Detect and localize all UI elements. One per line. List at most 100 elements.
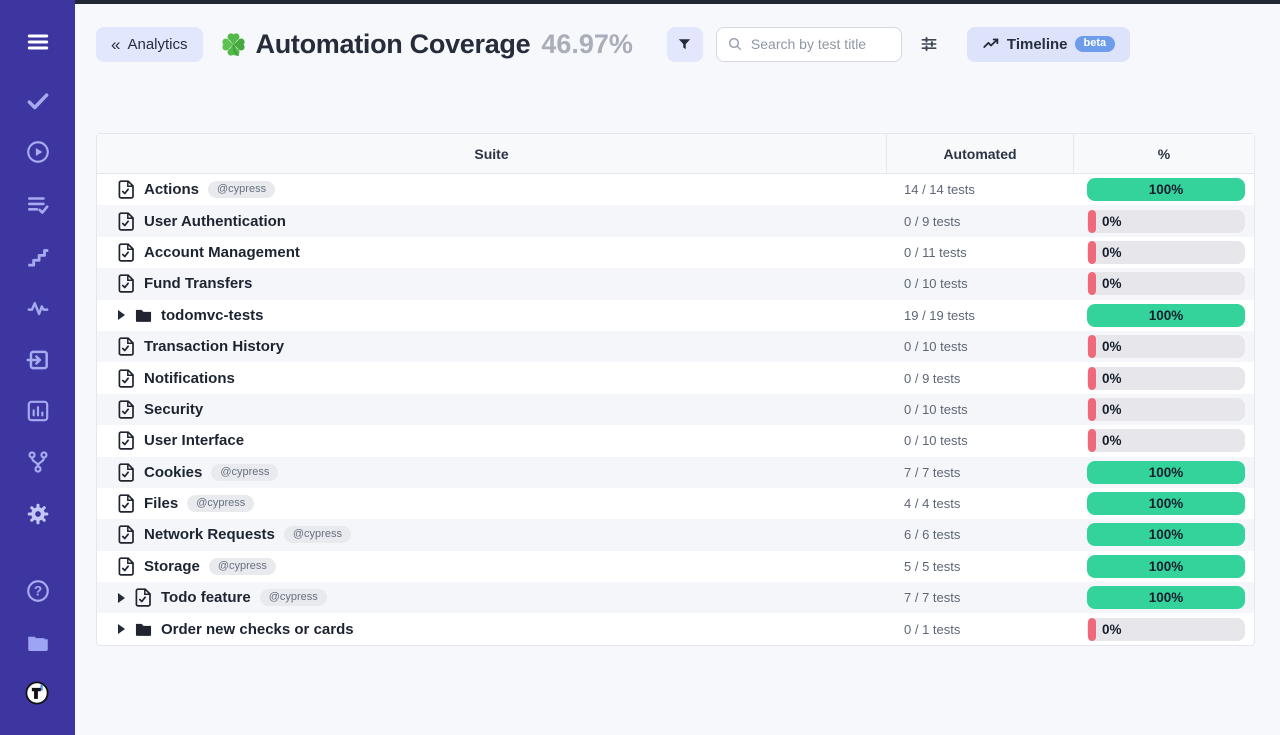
coverage-bar: 0% (1087, 272, 1245, 295)
steps-icon[interactable] (25, 244, 51, 270)
suite-name: Security (144, 401, 203, 418)
column-header-suite: Suite (97, 134, 886, 173)
automated-count: 0 / 9 tests (904, 371, 960, 386)
play-circle-icon[interactable] (25, 139, 51, 165)
suite-folder-icon (135, 306, 152, 325)
expand-caret-icon[interactable] (118, 310, 125, 320)
check-icon[interactable] (25, 88, 51, 114)
automated-count: 0 / 10 tests (904, 339, 968, 354)
suite-name: Network Requests (144, 526, 275, 543)
chevron-double-left-icon: « (111, 36, 120, 53)
table-row[interactable]: Account Management 0 / 11 tests 0% (97, 237, 1254, 268)
svg-text:?: ? (34, 584, 42, 599)
suite-tag-badge: @cypress (209, 558, 276, 575)
suite-name: Account Management (144, 244, 300, 261)
table-row[interactable]: Transaction History0 / 10 tests0% (97, 331, 1254, 362)
suite-doc-icon (118, 525, 135, 544)
folder-icon[interactable] (25, 630, 51, 656)
automated-count: 0 / 11 tests (904, 245, 967, 260)
coverage-percent-total: 46.97% (541, 29, 633, 60)
adjustments-icon[interactable] (919, 34, 939, 54)
coverage-bar-fill (1088, 367, 1096, 390)
suite-name: Files (144, 495, 178, 512)
timeline-button[interactable]: Timeline beta (967, 27, 1130, 62)
automated-count: 0 / 10 tests (904, 276, 968, 291)
branch-icon[interactable] (25, 449, 51, 475)
suite-doc-icon (118, 180, 135, 199)
expand-caret-icon[interactable] (118, 624, 125, 634)
suite-name: todomvc-tests (161, 307, 264, 324)
column-header-percent: % (1073, 134, 1254, 173)
suite-name: User Authentication (144, 213, 286, 230)
table-row[interactable]: Todo feature @cypress 7 / 7 tests 100% (97, 582, 1254, 613)
coverage-bar: 0% (1087, 241, 1245, 264)
coverage-bar: 100% (1087, 492, 1245, 515)
table-row[interactable]: User Authentication 0 / 9 tests 0% (97, 205, 1254, 236)
coverage-percent-label: 0% (1102, 214, 1122, 229)
coverage-percent-label: 100% (1149, 182, 1184, 197)
coverage-percent-label: 100% (1149, 590, 1184, 605)
table-row[interactable]: Files@cypress4 / 4 tests100% (97, 488, 1254, 519)
funnel-icon (676, 36, 693, 53)
coverage-percent-label: 0% (1102, 622, 1122, 637)
automated-count: 7 / 7 tests (904, 590, 960, 605)
table-row[interactable]: Cookies@cypress7 / 7 tests100% (97, 457, 1254, 488)
table-row[interactable]: Network Requests@cypress6 / 6 tests100% (97, 519, 1254, 550)
suite-doc-icon (118, 212, 135, 231)
table-row[interactable]: Security0 / 10 tests0% (97, 394, 1254, 425)
suite-tag-badge: @cypress (208, 181, 275, 198)
automated-count: 6 / 6 tests (904, 527, 960, 542)
automated-count: 0 / 1 tests (904, 622, 960, 637)
bar-chart-icon[interactable] (25, 398, 51, 424)
search-wrap (716, 27, 902, 62)
suite-doc-icon (118, 337, 135, 356)
suite-name: Todo feature (161, 589, 251, 606)
table-row[interactable]: todomvc-tests19 / 19 tests100% (97, 300, 1254, 331)
testomat-logo[interactable] (18, 674, 56, 712)
column-header-automated: Automated (886, 134, 1073, 173)
coverage-bar-fill (1088, 272, 1096, 295)
expand-caret-icon[interactable] (118, 593, 125, 603)
gear-icon[interactable] (25, 501, 51, 527)
coverage-percent-label: 0% (1102, 245, 1122, 260)
list-check-icon[interactable] (25, 192, 51, 218)
suite-name: Notifications (144, 370, 235, 387)
table-row[interactable]: Storage@cypress5 / 5 tests100% (97, 551, 1254, 582)
clover-icon (220, 31, 247, 58)
coverage-percent-label: 100% (1149, 465, 1184, 480)
suite-name: Cookies (144, 464, 202, 481)
table-row[interactable]: Notifications0 / 9 tests0% (97, 362, 1254, 393)
timeline-label: Timeline (1007, 36, 1068, 53)
automated-count: 0 / 9 tests (904, 214, 960, 229)
suite-folder-icon (135, 620, 152, 639)
coverage-bar: 100% (1087, 555, 1245, 578)
table-row[interactable]: Order new checks or cards0 / 1 tests0% (97, 613, 1254, 644)
coverage-table: Suite Automated % Actions@cypress14 / 14… (96, 133, 1255, 646)
filter-button[interactable] (667, 27, 703, 62)
activity-icon[interactable] (25, 295, 51, 321)
table-row[interactable]: Fund Transfers0 / 10 tests0% (97, 268, 1254, 299)
sidebar: ? (0, 0, 75, 735)
table-row[interactable]: Actions@cypress14 / 14 tests100% (97, 174, 1254, 205)
menu-icon[interactable] (25, 29, 51, 55)
beta-badge: beta (1075, 36, 1116, 52)
coverage-percent-label: 100% (1149, 559, 1184, 574)
search-input[interactable] (716, 27, 902, 62)
help-icon[interactable]: ? (25, 578, 51, 604)
coverage-percent-label: 0% (1102, 402, 1122, 417)
suite-doc-icon (118, 274, 135, 293)
login-icon[interactable] (25, 347, 51, 373)
top-border (75, 0, 1280, 4)
back-button-label: Analytics (127, 36, 187, 53)
table-header: Suite Automated % (97, 134, 1254, 174)
coverage-percent-label: 0% (1102, 339, 1122, 354)
coverage-bar-fill (1088, 241, 1096, 264)
coverage-percent-label: 100% (1149, 496, 1184, 511)
automated-count: 14 / 14 tests (904, 182, 975, 197)
suite-name: Storage (144, 558, 200, 575)
back-to-analytics-button[interactable]: « Analytics (96, 27, 203, 62)
table-row[interactable]: User Interface0 / 10 tests0% (97, 425, 1254, 456)
suite-tag-badge: @cypress (260, 589, 327, 606)
coverage-bar: 0% (1087, 335, 1245, 358)
coverage-bar: 0% (1087, 429, 1245, 452)
